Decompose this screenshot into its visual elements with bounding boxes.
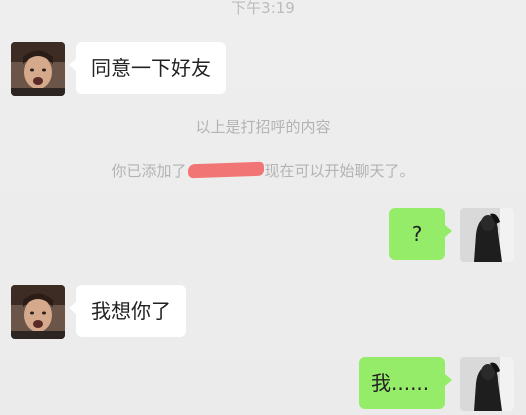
greeting-note: 以上是打招呼的内容 (195, 118, 331, 136)
redacted-name-mark (187, 161, 264, 179)
message-text: ? (411, 222, 423, 246)
incoming-message-bubble[interactable]: 我想你了 (69, 285, 186, 337)
message-text: 同意一下好友 (91, 56, 211, 80)
message-text: 我想你了 (91, 299, 171, 323)
self-avatar-icon[interactable] (460, 357, 514, 411)
incoming-message-bubble[interactable]: 同意一下好友 (69, 42, 226, 94)
chat-window[interactable]: 下午3:19 同意一下好友 以上是打招呼的内容 你已添加了 现在可以开始聊天了。 … (0, 0, 526, 415)
friend-added-prefix: 你已添加了 (111, 162, 187, 180)
message-text: 我...... (371, 371, 430, 395)
self-avatar-icon[interactable] (460, 208, 514, 262)
outgoing-message-bubble[interactable]: 我...... (359, 357, 452, 409)
message-timestamp: 下午3:19 (231, 0, 295, 17)
contact-avatar-icon[interactable] (11, 42, 65, 96)
friend-added-notice: 你已添加了 现在可以开始聊天了。 (0, 161, 526, 181)
friend-added-suffix: 现在可以开始聊天了。 (264, 162, 415, 180)
contact-avatar-icon[interactable] (11, 285, 65, 339)
outgoing-message-bubble[interactable]: ? (389, 208, 452, 260)
